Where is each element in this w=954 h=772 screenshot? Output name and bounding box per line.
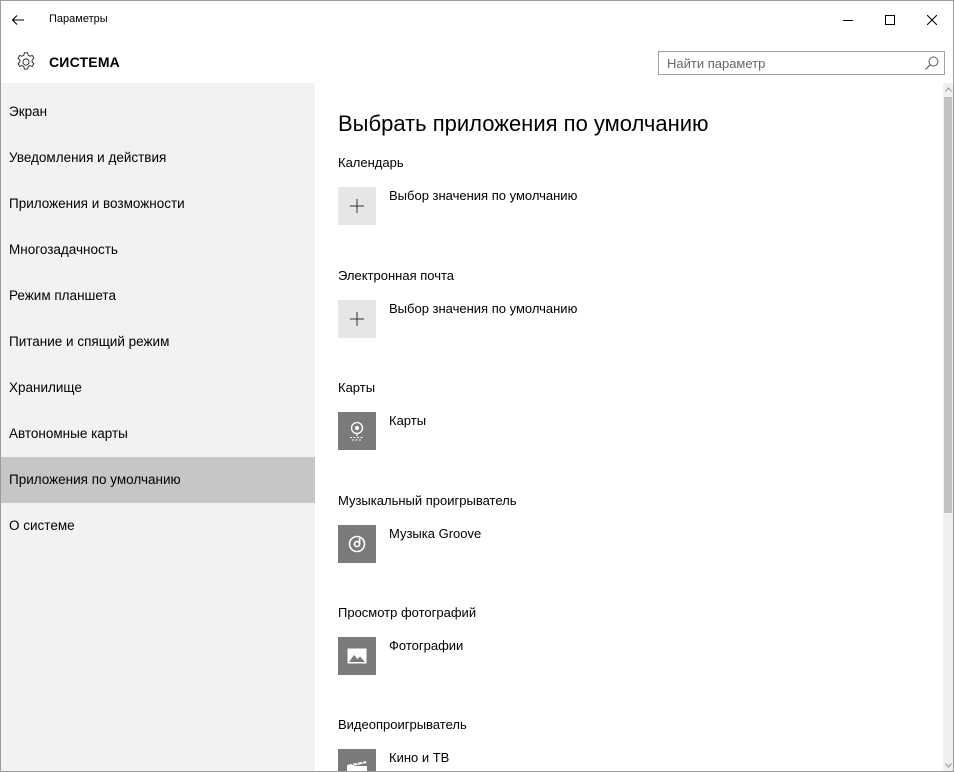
tile-label: Кино и ТВ (389, 750, 450, 765)
maximize-button[interactable] (869, 1, 911, 39)
sidebar-nav: Экран Уведомления и действия Приложения … (1, 83, 315, 771)
groove-music-icon (338, 525, 376, 563)
photos-icon (338, 637, 376, 675)
minimize-icon (843, 20, 853, 21)
scroll-up-button[interactable] (943, 83, 953, 95)
movies-tv-icon (338, 749, 376, 771)
page-title: Выбрать приложения по умолчанию (338, 111, 709, 136)
sidebar-item-default-apps[interactable]: Приложения по умолчанию (1, 457, 315, 503)
search-input[interactable] (659, 52, 917, 74)
title-bar: Параметры (1, 1, 953, 39)
tile-label: Карты (389, 413, 427, 428)
section-label: Календарь (338, 155, 404, 170)
page-section-title: СИСТЕМА (49, 54, 120, 70)
sidebar-item-apps-features[interactable]: Приложения и возможности (1, 181, 315, 227)
arrow-left-icon (11, 15, 24, 25)
sidebar-item-screen[interactable]: Экран (1, 89, 315, 135)
section-label: Электронная почта (338, 268, 455, 283)
default-photos-app-button[interactable]: Фотографии (338, 637, 738, 677)
window-title: Параметры (49, 13, 108, 25)
tile-label: Выбор значения по умолчанию (389, 301, 578, 316)
sidebar-item-tablet-mode[interactable]: Режим планшета (1, 273, 315, 319)
sidebar-item-power-sleep[interactable]: Питание и спящий режим (1, 319, 315, 365)
gear-icon (17, 52, 35, 70)
settings-header: СИСТЕМА (1, 39, 953, 83)
sidebar-item-notifications[interactable]: Уведомления и действия (1, 135, 315, 181)
scroll-down-button[interactable] (943, 759, 953, 771)
choose-default-calendar-button[interactable]: Выбор значения по умолчанию (338, 187, 738, 227)
default-maps-app-button[interactable]: Карты (338, 412, 738, 452)
sidebar-item-about[interactable]: О системе (1, 503, 315, 549)
scrollbar-thumb[interactable] (944, 97, 952, 513)
back-button[interactable] (1, 1, 35, 39)
section-label: Просмотр фотографий (338, 605, 477, 620)
section-label: Видеопроигрыватель (338, 717, 467, 732)
default-video-app-button[interactable]: Кино и ТВ (338, 749, 738, 771)
close-icon (927, 15, 937, 25)
minimize-button[interactable] (827, 1, 869, 39)
tile-label: Музыка Groove (389, 526, 482, 541)
content-scrollbar[interactable] (943, 83, 953, 771)
chevron-up-icon (944, 86, 952, 92)
sidebar-item-storage[interactable]: Хранилище (1, 365, 315, 411)
chevron-down-icon (944, 762, 952, 768)
plus-icon (338, 187, 376, 225)
tile-label: Фотографии (389, 638, 464, 653)
settings-window: Параметры СИСТЕМА Найти параметр Экран У… (0, 0, 954, 772)
maps-icon (338, 412, 376, 450)
sidebar-item-offline-maps[interactable]: Автономные карты (1, 411, 315, 457)
main-content: Выбрать приложения по умолчанию Календар… (315, 83, 943, 771)
close-button[interactable] (911, 1, 953, 39)
tile-label: Выбор значения по умолчанию (389, 188, 578, 203)
search-box[interactable] (658, 51, 945, 75)
choose-default-email-button[interactable]: Выбор значения по умолчанию (338, 300, 738, 340)
section-label: Музыкальный проигрыватель (338, 493, 517, 508)
search-icon[interactable] (924, 55, 940, 71)
maximize-icon (885, 15, 895, 25)
section-label: Карты (338, 380, 376, 395)
default-music-app-button[interactable]: Музыка Groove (338, 525, 738, 565)
sidebar-item-multitasking[interactable]: Многозадачность (1, 227, 315, 273)
plus-icon (338, 300, 376, 338)
